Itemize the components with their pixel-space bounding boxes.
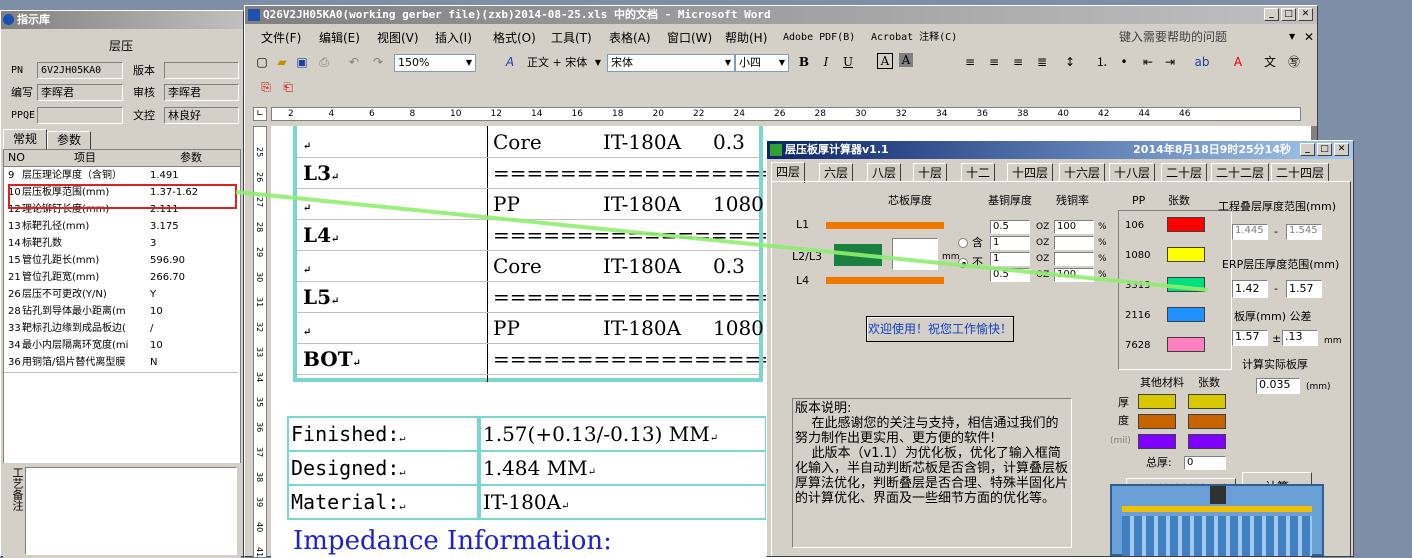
annotation-line [235,190,1209,292]
